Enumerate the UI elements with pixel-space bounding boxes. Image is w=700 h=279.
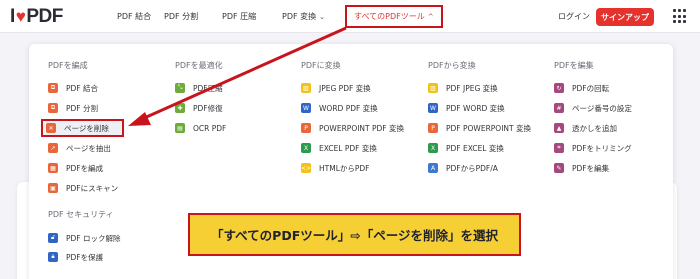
tool-jpg-to-pdf[interactable]: ▨ JPEG PDF 変換 — [301, 81, 371, 95]
login-link[interactable]: ログイン — [558, 11, 590, 22]
powerpoint-icon: P — [301, 123, 311, 133]
extract-icon: ↗ — [48, 143, 58, 153]
image-icon: ▨ — [301, 83, 311, 93]
watermark-icon: ▲ — [554, 123, 564, 133]
tool-pdf-to-powerpoint[interactable]: P PDF POWERPOINT 変換 — [428, 121, 531, 135]
unlock-icon: 🔓︎ — [48, 233, 58, 243]
page-number-icon: # — [554, 103, 564, 113]
word-icon: W — [428, 103, 438, 113]
tool-pdf-to-pdfa[interactable]: A PDFからPDF/A — [428, 161, 498, 175]
tool-word-to-pdf[interactable]: W WORD PDF 変換 — [301, 101, 378, 115]
tool-pdf-to-word[interactable]: W PDF WORD 変換 — [428, 101, 505, 115]
rotate-icon: ↻ — [554, 83, 564, 93]
ilovepdf-logo[interactable]: I ♥ PDF — [10, 6, 63, 28]
tool-scan-to-pdf[interactable]: ▣ PDFにスキャン — [48, 181, 118, 195]
apps-grid-icon[interactable] — [673, 9, 688, 24]
column-title-organize: PDFを編成 — [48, 61, 88, 70]
tool-delete-pages[interactable]: ✕ ページを削除 — [41, 119, 124, 137]
column-title-edit: PDFを編集 — [554, 61, 594, 70]
compress-icon: ⤡ — [175, 83, 185, 93]
powerpoint-icon: P — [428, 123, 438, 133]
tool-excel-to-pdf[interactable]: X EXCEL PDF 変換 — [301, 141, 377, 155]
tool-pdf-to-excel[interactable]: X PDF EXCEL 変換 — [428, 141, 504, 155]
excel-icon: X — [428, 143, 438, 153]
tool-ocr-pdf[interactable]: ▤ OCR PDF — [175, 121, 226, 135]
nav-split-pdf[interactable]: PDF 分割 — [164, 11, 198, 22]
nav-compress-pdf[interactable]: PDF 圧縮 — [222, 11, 256, 22]
heart-icon: ♥ — [15, 7, 26, 26]
tool-page-numbers[interactable]: # ページ番号の設定 — [554, 101, 632, 115]
signup-button[interactable]: サインアップ — [596, 8, 654, 26]
word-icon: W — [301, 103, 311, 113]
repair-icon: ✚ — [175, 103, 185, 113]
tool-pdf-to-jpg[interactable]: ▨ PDF JPEG 変換 — [428, 81, 498, 95]
edit-icon: ✎ — [554, 163, 564, 173]
tool-powerpoint-to-pdf[interactable]: P POWERPOINT PDF 変換 — [301, 121, 404, 135]
ocr-icon: ▤ — [175, 123, 185, 133]
tool-unlock-pdf[interactable]: 🔓︎ PDF ロック解除 — [48, 231, 121, 245]
close-icon: ✕ — [46, 123, 56, 133]
tool-extract-pages[interactable]: ↗ ページを抽出 — [48, 141, 111, 155]
tool-crop-pdf[interactable]: ⌗ PDFをトリミング — [554, 141, 632, 155]
tool-split-pdf[interactable]: ⧉ PDF 分割 — [48, 101, 98, 115]
tool-rotate-pdf[interactable]: ↻ PDFの回転 — [554, 81, 609, 95]
split-icon: ⧉ — [48, 103, 58, 113]
tool-organize-pdf[interactable]: ▦ PDFを編成 — [48, 161, 103, 175]
tool-edit-pdf[interactable]: ✎ PDFを編集 — [554, 161, 609, 175]
column-title-convert-to: PDFに変換 — [301, 61, 341, 70]
crop-icon: ⌗ — [554, 143, 564, 153]
column-title-security: PDF セキュリティ — [48, 210, 114, 219]
tool-repair-pdf[interactable]: ✚ PDF修復 — [175, 101, 223, 115]
instruction-caption: 「すべてのPDFツール」⇨「ページを削除」を選択 — [188, 213, 521, 256]
tool-html-to-pdf[interactable]: <> HTMLからPDF — [301, 161, 369, 175]
nav-convert-pdf[interactable]: PDF 変換 ⌄ — [282, 11, 325, 22]
pdfa-icon: A — [428, 163, 438, 173]
top-navbar: I ♥ PDF PDF 結合 PDF 分割 PDF 圧縮 PDF 変換 ⌄ すべてのP… — [0, 0, 700, 33]
chevron-down-icon: ⌄ — [319, 13, 326, 21]
organize-icon: ▦ — [48, 163, 58, 173]
column-title-optimize: PDFを最適化 — [175, 61, 223, 70]
tool-protect-pdf[interactable]: 🔒︎ PDFを保護 — [48, 250, 103, 264]
tool-add-watermark[interactable]: ▲ 透かしを追加 — [554, 121, 617, 135]
nav-merge-pdf[interactable]: PDF 結合 — [117, 11, 151, 22]
tool-merge-pdf[interactable]: ⧉ PDF 結合 — [48, 81, 98, 95]
protect-icon: 🔒︎ — [48, 252, 58, 262]
merge-icon: ⧉ — [48, 83, 58, 93]
scan-icon: ▣ — [48, 183, 58, 193]
excel-icon: X — [301, 143, 311, 153]
image-icon: ▨ — [428, 83, 438, 93]
tool-compress-pdf[interactable]: ⤡ PDF圧縮 — [175, 81, 223, 95]
all-tools-highlight — [345, 5, 443, 28]
column-title-convert-from: PDFから変換 — [428, 61, 476, 70]
html-icon: <> — [300, 163, 312, 173]
